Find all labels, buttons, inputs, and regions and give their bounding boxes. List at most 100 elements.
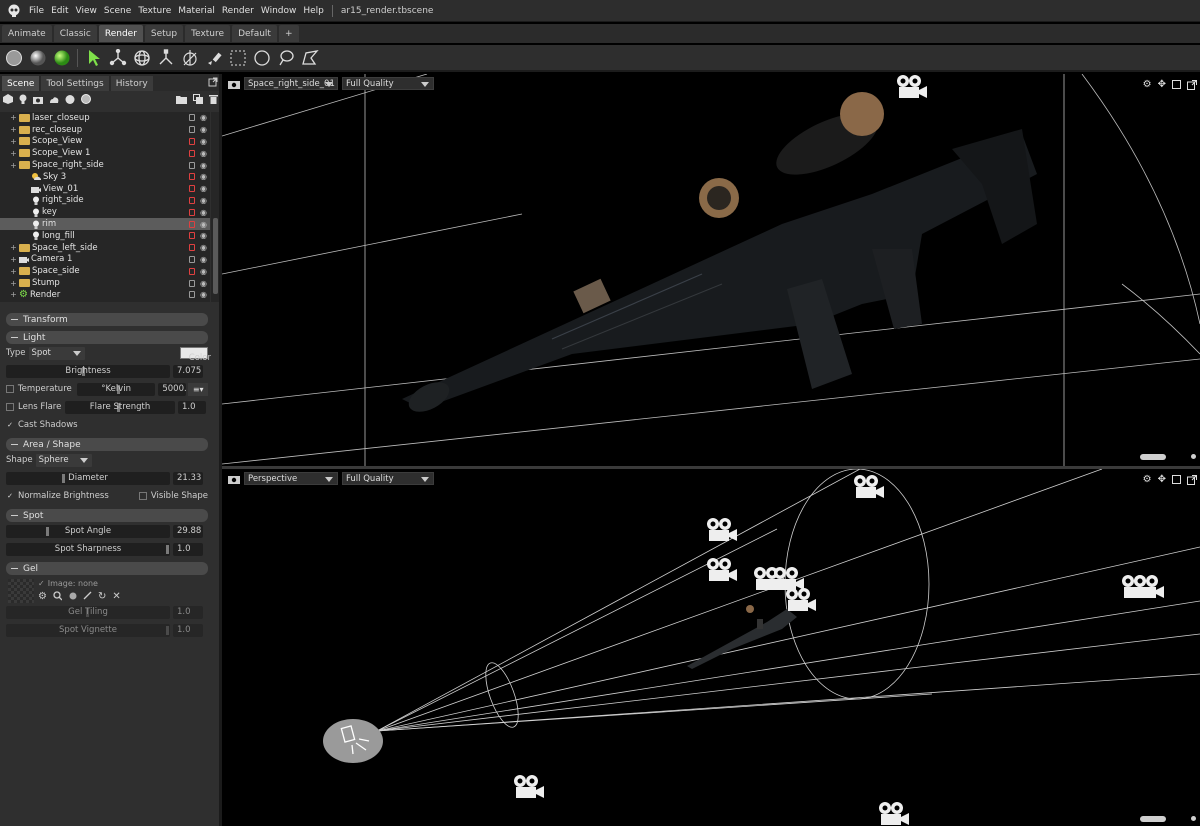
visibility-eye-icon[interactable]: ◉	[200, 220, 207, 229]
menu-item-file[interactable]: File	[29, 6, 44, 16]
viewport-maximize-icon[interactable]	[1172, 80, 1181, 89]
visibility-eye-icon[interactable]: ◉	[200, 184, 207, 193]
visibility-eye-icon[interactable]: ◉	[200, 243, 207, 252]
tree-row-stump[interactable]: + Stump ◉	[0, 277, 210, 289]
tree-row-scope-view[interactable]: + Scope_View ◉	[0, 136, 210, 148]
expand-toggle[interactable]: +	[10, 255, 17, 264]
tree-row-rec-closeup[interactable]: + rec_closeup ◉	[0, 124, 210, 136]
duplicate-icon[interactable]	[193, 94, 203, 104]
panel-tab-scene[interactable]: Scene	[2, 76, 40, 91]
bottom-camera-dropdown[interactable]: Perspective	[244, 472, 338, 485]
tree-row-space-left-side[interactable]: + Space_left_side ◉	[0, 242, 210, 254]
camera-add-icon[interactable]	[33, 95, 43, 104]
visibility-eye-icon[interactable]: ◉	[200, 255, 207, 264]
temperature-checkbox[interactable]	[6, 385, 14, 393]
expand-toggle[interactable]: +	[10, 137, 17, 146]
tab-animate[interactable]: Animate	[2, 25, 52, 42]
brightness-slider[interactable]: Brightness	[6, 364, 170, 378]
bottom-quality-dropdown[interactable]: Full Quality	[342, 472, 434, 485]
shape-dropdown[interactable]: Sphere	[35, 453, 92, 467]
eyedropper-icon[interactable]	[83, 591, 92, 602]
visibility-eye-icon[interactable]: ◉	[200, 208, 207, 217]
camera-marker-icon[interactable]	[705, 517, 739, 543]
tab-setup[interactable]: Setup	[144, 25, 184, 42]
spot-sharpness-slider[interactable]: Spot Sharpness	[6, 542, 170, 556]
visibility-eye-icon[interactable]: ◉	[200, 172, 207, 181]
shade-wire-icon[interactable]	[3, 47, 24, 68]
top-quality-dropdown[interactable]: Full Quality	[342, 77, 434, 90]
lock-icon[interactable]	[189, 291, 195, 299]
lock-icon[interactable]	[189, 149, 195, 157]
brightness-value[interactable]: 7.075	[173, 364, 203, 378]
cube-icon[interactable]	[3, 94, 13, 104]
top-camera-marker-icon[interactable]	[895, 74, 929, 100]
menu-item-edit[interactable]: Edit	[51, 6, 68, 16]
panel-tab-history[interactable]: History	[110, 76, 153, 91]
lock-icon[interactable]	[189, 232, 195, 240]
camera-marker-icon[interactable]	[784, 587, 818, 613]
gel-tiling-slider[interactable]: Gel Tiling	[6, 605, 170, 619]
tree-row-sky-3[interactable]: Sky 3 ◉	[0, 171, 210, 183]
expand-toggle[interactable]: +	[10, 149, 17, 158]
viewport-move-icon-bottom[interactable]: ✥	[1158, 474, 1166, 485]
new-folder-icon[interactable]	[176, 95, 187, 104]
diameter-slider[interactable]: Diameter	[6, 471, 170, 485]
scale-icon[interactable]	[155, 47, 176, 68]
tree-row-laser-closeup[interactable]: + laser_closeup ◉	[0, 112, 210, 124]
sky-icon[interactable]	[49, 95, 59, 104]
transform-section-header[interactable]: Transform	[6, 313, 208, 326]
close-icon[interactable]: ✕	[112, 591, 120, 602]
tree-row-long-fill[interactable]: long_fill ◉	[0, 230, 210, 242]
lock-icon[interactable]	[189, 126, 195, 134]
lock-icon[interactable]	[189, 279, 195, 287]
camera-marker-icon[interactable]	[1132, 574, 1166, 600]
temperature-preset-dropdown[interactable]: ≡▾	[188, 382, 208, 396]
visibility-eye-icon[interactable]: ◉	[200, 267, 207, 276]
lock-icon[interactable]	[189, 161, 195, 169]
add-workspace-button[interactable]: +	[278, 25, 299, 42]
poly-select-icon[interactable]	[299, 47, 320, 68]
viewport-move-icon[interactable]: ✥	[1158, 79, 1166, 90]
fill-icon[interactable]	[68, 591, 77, 602]
viewport-popout-icon-bottom[interactable]	[1187, 474, 1197, 485]
paint-tool-icon[interactable]	[203, 47, 224, 68]
rotate-icon[interactable]	[131, 47, 152, 68]
spot-light-gizmo[interactable]	[323, 719, 383, 763]
tree-row-right-side[interactable]: right_side ◉	[0, 195, 210, 207]
gel-section-header[interactable]: Gel	[6, 562, 208, 575]
expand-toggle[interactable]: +	[10, 243, 17, 252]
spot-angle-slider[interactable]: Spot Angle	[6, 524, 170, 538]
menu-item-window[interactable]: Window	[261, 6, 297, 16]
delete-icon[interactable]	[209, 94, 218, 104]
visibility-eye-icon[interactable]: ◉	[200, 149, 207, 158]
material-icon[interactable]	[81, 94, 91, 104]
tree-row-rim[interactable]: rim ◉	[0, 218, 210, 230]
menu-item-material[interactable]: Material	[178, 6, 215, 16]
spot-vignette-slider[interactable]: Spot Vignette	[6, 623, 170, 637]
tree-row-scope-view-1[interactable]: + Scope_View 1 ◉	[0, 147, 210, 159]
menu-item-scene[interactable]: Scene	[104, 6, 131, 16]
expand-toggle[interactable]: +	[10, 290, 17, 299]
tree-row-space-right-side[interactable]: + Space_right_side ◉	[0, 159, 210, 171]
fog-icon[interactable]	[65, 94, 75, 104]
visibility-eye-icon[interactable]: ◉	[200, 161, 207, 170]
lens-flare-checkbox[interactable]	[6, 403, 14, 411]
flare-strength-value[interactable]: 1.0	[178, 400, 206, 414]
top-camera-dropdown[interactable]: Space_right_side_01	[244, 77, 338, 90]
lasso-select-icon[interactable]	[275, 47, 296, 68]
visibility-eye-icon[interactable]: ◉	[200, 137, 207, 146]
light-section-header[interactable]: Light	[6, 331, 208, 344]
lock-icon[interactable]	[189, 173, 195, 181]
visibility-eye-icon[interactable]: ◉	[200, 231, 207, 240]
visibility-eye-icon[interactable]: ◉	[200, 290, 207, 299]
visibility-eye-icon[interactable]: ◉	[200, 113, 207, 122]
camera-marker-icon[interactable]	[705, 557, 739, 583]
select-arrow-icon[interactable]	[83, 47, 104, 68]
viewport-settings-icon[interactable]: ⚙	[1143, 79, 1152, 90]
rect-select-icon[interactable]	[227, 47, 248, 68]
viewport-camera-icon-bottom[interactable]	[228, 474, 240, 484]
rifle-model-small[interactable]	[687, 605, 797, 669]
visibility-eye-icon[interactable]: ◉	[200, 279, 207, 288]
flare-strength-slider[interactable]: Flare Strength	[65, 400, 175, 414]
visibility-eye-icon[interactable]: ◉	[200, 125, 207, 134]
